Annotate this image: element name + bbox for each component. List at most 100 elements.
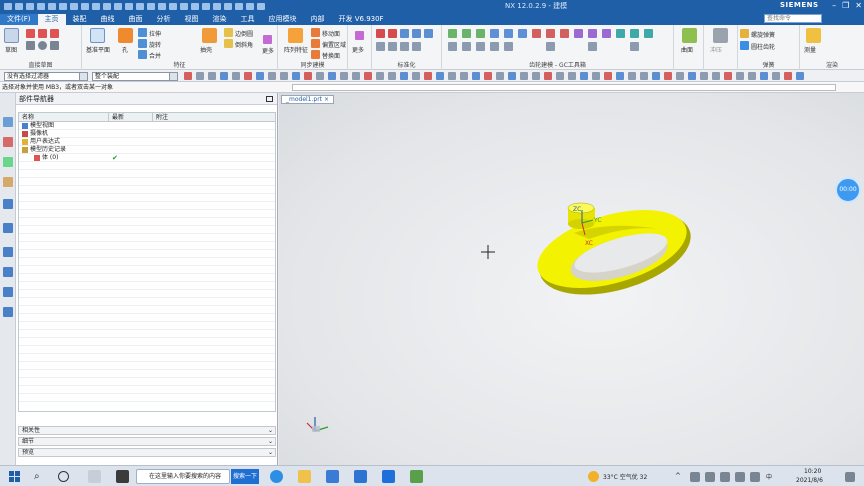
gear-tool-9-icon[interactable] — [560, 29, 569, 38]
gear-tool-8-icon[interactable] — [546, 29, 555, 38]
standard-tool-7-icon[interactable] — [388, 42, 397, 51]
standard-tool-9-icon[interactable] — [412, 42, 421, 51]
circle-icon[interactable] — [38, 41, 47, 50]
shell-icon[interactable] — [202, 28, 217, 43]
standard-tool-5-icon[interactable] — [424, 29, 433, 38]
snap-tool-icon[interactable] — [496, 72, 504, 80]
standard-tool-6-icon[interactable] — [376, 42, 385, 51]
edge-blend-icon[interactable] — [224, 28, 233, 37]
arc-icon[interactable] — [38, 29, 47, 38]
snap-tool-icon[interactable] — [580, 72, 588, 80]
snap-tool-icon[interactable] — [748, 72, 756, 80]
gear-tool-18-icon[interactable] — [476, 42, 485, 51]
snap-tool-icon[interactable] — [628, 72, 636, 80]
snap-tool-icon[interactable] — [208, 72, 216, 80]
constraint-navigator-icon[interactable] — [3, 137, 13, 147]
quick-access-toolbar[interactable] — [0, 2, 265, 10]
standard-tool-3-icon[interactable] — [400, 29, 409, 38]
menu-home[interactable]: 主页 — [37, 14, 66, 25]
menu-render[interactable]: 渲染 — [206, 14, 234, 25]
cortana-icon[interactable] — [58, 471, 69, 482]
gear-tool-19-icon[interactable] — [490, 42, 499, 51]
column-comment[interactable]: 附注 — [153, 113, 275, 121]
snap-tool-icon[interactable] — [232, 72, 240, 80]
snap-tool-icon[interactable] — [472, 72, 480, 80]
clock-date[interactable]: 2021/8/6 — [796, 477, 823, 484]
gear-tool-13-icon[interactable] — [616, 29, 625, 38]
tree-row[interactable]: 摄像机 — [19, 130, 275, 138]
dock-preview[interactable]: 预览 ⌄ — [18, 448, 276, 457]
menu-internal[interactable]: 内部 — [304, 14, 332, 25]
menu-tools[interactable]: 工具 — [234, 14, 262, 25]
minimize-button[interactable]: – — [832, 1, 836, 10]
gear-tool-22-icon[interactable] — [588, 42, 597, 51]
menu-assembly[interactable]: 装配 — [66, 14, 94, 25]
snap-tool-icon[interactable] — [292, 72, 300, 80]
store-icon[interactable] — [326, 470, 339, 483]
rectangle-icon[interactable] — [26, 41, 35, 50]
menu-curve[interactable]: 曲线 — [94, 14, 122, 25]
tray-icon-1[interactable] — [690, 472, 700, 482]
snap-tool-icon[interactable] — [664, 72, 672, 80]
process-studio-icon[interactable] — [3, 223, 13, 233]
command-search-input[interactable]: 查找命令 — [764, 14, 822, 23]
stamping-icon[interactable] — [713, 28, 728, 43]
offset-region-icon[interactable] — [311, 39, 320, 48]
pattern-feature-icon[interactable] — [288, 28, 303, 43]
gear-tool-2-icon[interactable] — [462, 29, 471, 38]
revolve-icon[interactable] — [138, 39, 147, 48]
menu-view[interactable]: 视图 — [178, 14, 206, 25]
snap-tool-icon[interactable] — [652, 72, 660, 80]
maximize-icon[interactable] — [266, 96, 273, 102]
part-navigator-icon[interactable] — [3, 157, 13, 167]
clock-time[interactable]: 10:20 — [804, 468, 821, 475]
gear-tool-6-icon[interactable] — [518, 29, 527, 38]
reuse-library-icon[interactable] — [3, 177, 13, 187]
snap-tool-icon[interactable] — [352, 72, 360, 80]
role-icon[interactable] — [3, 287, 13, 297]
menu-develop[interactable]: 开发 V6.930F — [332, 14, 391, 25]
menu-applications[interactable]: 应用模块 — [262, 14, 304, 25]
gear-tool-7-icon[interactable] — [532, 29, 541, 38]
ime-icon[interactable] — [750, 472, 760, 482]
gear-tool-4-icon[interactable] — [490, 29, 499, 38]
snap-tool-icon[interactable] — [796, 72, 804, 80]
close-button[interactable]: ✕ — [855, 1, 862, 10]
tree-row[interactable]: 体 (0) ✔ — [19, 154, 275, 162]
snap-tool-icon[interactable] — [784, 72, 792, 80]
snap-tool-icon[interactable] — [304, 72, 312, 80]
measure-icon[interactable] — [806, 28, 821, 43]
standard-tool-2-icon[interactable] — [388, 29, 397, 38]
snap-tool-icon[interactable] — [484, 72, 492, 80]
snap-tool-icon[interactable] — [604, 72, 612, 80]
snap-tool-icon[interactable] — [544, 72, 552, 80]
snap-tool-icon[interactable] — [400, 72, 408, 80]
profile-icon[interactable] — [50, 29, 59, 38]
gear-tool-20-icon[interactable] — [504, 42, 513, 51]
gear-tool-1-icon[interactable] — [448, 29, 457, 38]
snap-tool-icon[interactable] — [616, 72, 624, 80]
nx-app-icon[interactable] — [382, 470, 395, 483]
snap-tool-icon[interactable] — [388, 72, 396, 80]
system-material-icon[interactable] — [3, 307, 13, 317]
move-face-icon[interactable] — [311, 28, 320, 37]
gear-icon[interactable] — [740, 41, 749, 50]
snap-tool-icon[interactable] — [676, 72, 684, 80]
snap-tool-icon[interactable] — [376, 72, 384, 80]
mail-icon[interactable] — [354, 470, 367, 483]
web-browser-icon[interactable] — [3, 247, 13, 257]
menu-file[interactable]: 文件(F) — [0, 14, 38, 25]
model-canvas[interactable]: ZC YC XC — [279, 93, 864, 465]
snap-tool-icon[interactable] — [712, 72, 720, 80]
snap-tool-icon[interactable] — [688, 72, 696, 80]
snap-tool-icon[interactable] — [640, 72, 648, 80]
tray-chevron-icon[interactable]: ^ — [675, 472, 681, 480]
hole-icon[interactable] — [118, 28, 133, 43]
snap-tool-icon[interactable] — [724, 72, 732, 80]
chamfer-icon[interactable] — [224, 39, 233, 48]
selection-filter-select[interactable]: 没有选择过滤器 — [4, 72, 88, 81]
standard-tool-1-icon[interactable] — [376, 29, 385, 38]
snap-tool-icon[interactable] — [340, 72, 348, 80]
spring-icon[interactable] — [740, 29, 749, 38]
snap-tool-icon[interactable] — [568, 72, 576, 80]
